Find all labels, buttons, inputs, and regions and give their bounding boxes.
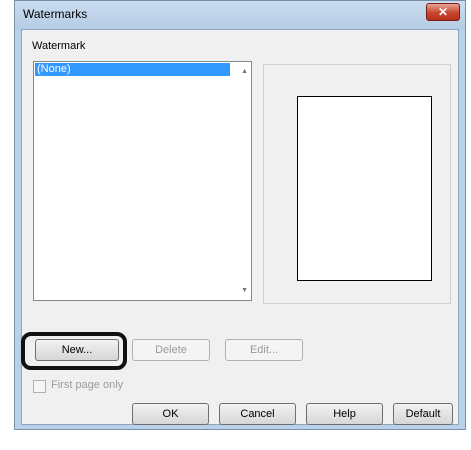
ok-button[interactable]: OK (132, 403, 209, 425)
delete-button[interactable]: Delete (132, 339, 210, 361)
watermark-listbox[interactable]: (None) ▲ ▼ (33, 61, 252, 301)
first-page-only-checkbox[interactable] (33, 380, 46, 393)
dialog-title: Watermarks (23, 7, 88, 21)
highlight-ring (21, 332, 127, 370)
close-icon: ✕ (437, 5, 449, 19)
list-item[interactable]: (None) (35, 63, 230, 76)
watermark-label: Watermark (32, 40, 86, 52)
first-page-only-label: First page only (51, 379, 124, 391)
default-button[interactable]: Default (393, 403, 453, 425)
title-bar: Watermarks ✕ (15, 1, 465, 29)
edit-button[interactable]: Edit... (225, 339, 303, 361)
page-preview (297, 96, 432, 281)
preview-pane (263, 64, 451, 304)
scroll-up-icon[interactable]: ▲ (241, 68, 248, 75)
watermarks-dialog: Watermarks ✕ Watermark (None) ▲ ▼ New...… (14, 0, 466, 430)
cancel-button[interactable]: Cancel (219, 403, 296, 425)
scroll-down-icon[interactable]: ▼ (241, 287, 248, 294)
close-button[interactable]: ✕ (426, 3, 460, 21)
dialog-content: Watermark (None) ▲ ▼ New... Delete Edit.… (21, 29, 459, 425)
help-button[interactable]: Help (306, 403, 383, 425)
